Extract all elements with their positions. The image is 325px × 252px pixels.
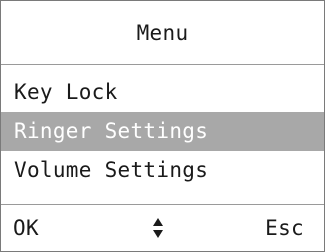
- ok-softkey[interactable]: OK: [13, 205, 39, 251]
- menu-item-ringer-settings[interactable]: Ringer Settings: [1, 112, 324, 151]
- title-divider: [1, 64, 324, 65]
- phone-screen: Menu Key Lock Ringer Settings Volume Set…: [0, 0, 325, 252]
- menu-list: Key Lock Ringer Settings Volume Settings: [1, 73, 324, 190]
- softkey-bar: OK Esc: [1, 205, 324, 251]
- up-down-arrows-icon: [153, 218, 163, 238]
- esc-softkey[interactable]: Esc: [265, 205, 304, 251]
- menu-title: Menu: [136, 20, 189, 45]
- menu-title-bar: Menu: [1, 1, 324, 64]
- menu-item-volume-settings[interactable]: Volume Settings: [1, 151, 324, 190]
- menu-item-key-lock[interactable]: Key Lock: [1, 73, 324, 112]
